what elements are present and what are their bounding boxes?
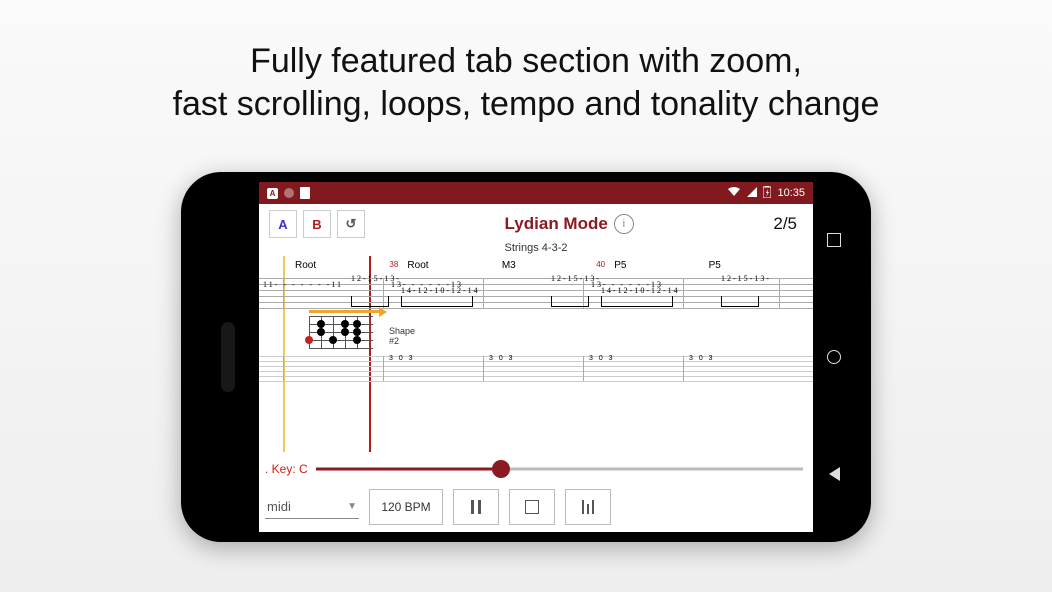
toolbar: A B ↺ Lydian Mode i 2/5 — [259, 204, 813, 244]
phone-earpiece — [221, 322, 235, 392]
reset-button[interactable]: ↺ — [337, 210, 365, 238]
output-select[interactable]: midi ▼ — [265, 495, 359, 519]
recent-apps-button[interactable] — [827, 233, 841, 247]
status-bar: A 10:35 — [259, 182, 813, 204]
pause-button[interactable] — [453, 489, 499, 525]
loop-a-button[interactable]: A — [269, 210, 297, 238]
headline-line-2: fast scrolling, loops, tempo and tonalit… — [0, 83, 1052, 126]
exercise-title: Lydian Mode i — [505, 214, 634, 234]
marketing-headline: Fully featured tab section with zoom, fa… — [0, 40, 1052, 125]
loop-b-button[interactable]: B — [303, 210, 331, 238]
staff-lower — [259, 356, 813, 386]
wifi-icon — [727, 187, 741, 200]
status-app-icon: A — [267, 188, 278, 199]
stop-icon — [525, 500, 539, 514]
app-screen: A 10:35 — [259, 182, 813, 532]
battery-icon — [763, 186, 771, 201]
android-navbar — [813, 182, 855, 532]
status-sim-icon — [300, 187, 310, 199]
mixer-button[interactable] — [565, 489, 611, 525]
headline-line-1: Fully featured tab section with zoom, — [0, 40, 1052, 83]
pause-icon — [471, 500, 481, 514]
home-button[interactable] — [827, 350, 841, 364]
exercise-subtitle: Strings 4-3-2 — [259, 242, 813, 254]
status-rec-icon — [284, 188, 294, 198]
tablature-pane[interactable]: Root 38 Root M3 40 P5 P5 — [259, 256, 813, 452]
tab-numbers: 11- - - - - - -11 12-15-13- 13- - - - - … — [263, 274, 809, 312]
status-clock: 10:35 — [777, 187, 805, 199]
key-label: . Key: C — [265, 462, 308, 476]
key-slider-row: . Key: C — [259, 452, 813, 486]
mixer-icon — [582, 500, 594, 514]
page-counter: 2/5 — [773, 214, 803, 234]
position-slider[interactable] — [316, 459, 803, 479]
back-button[interactable] — [829, 467, 840, 481]
signal-icon — [747, 187, 757, 200]
shape-label: Shape #2 — [389, 326, 415, 346]
scale-shape-diagram: Shape #2 — [309, 316, 373, 348]
info-icon[interactable]: i — [614, 214, 634, 234]
phone-frame: A 10:35 — [181, 172, 871, 542]
playback-controls: midi ▼ 120 BPM — [259, 486, 813, 532]
chevron-down-icon: ▼ — [347, 501, 357, 512]
stop-button[interactable] — [509, 489, 555, 525]
tempo-button[interactable]: 120 BPM — [369, 489, 443, 525]
interval-labels: Root 38 Root M3 40 P5 P5 — [259, 260, 813, 271]
direction-arrow-icon — [309, 310, 381, 313]
